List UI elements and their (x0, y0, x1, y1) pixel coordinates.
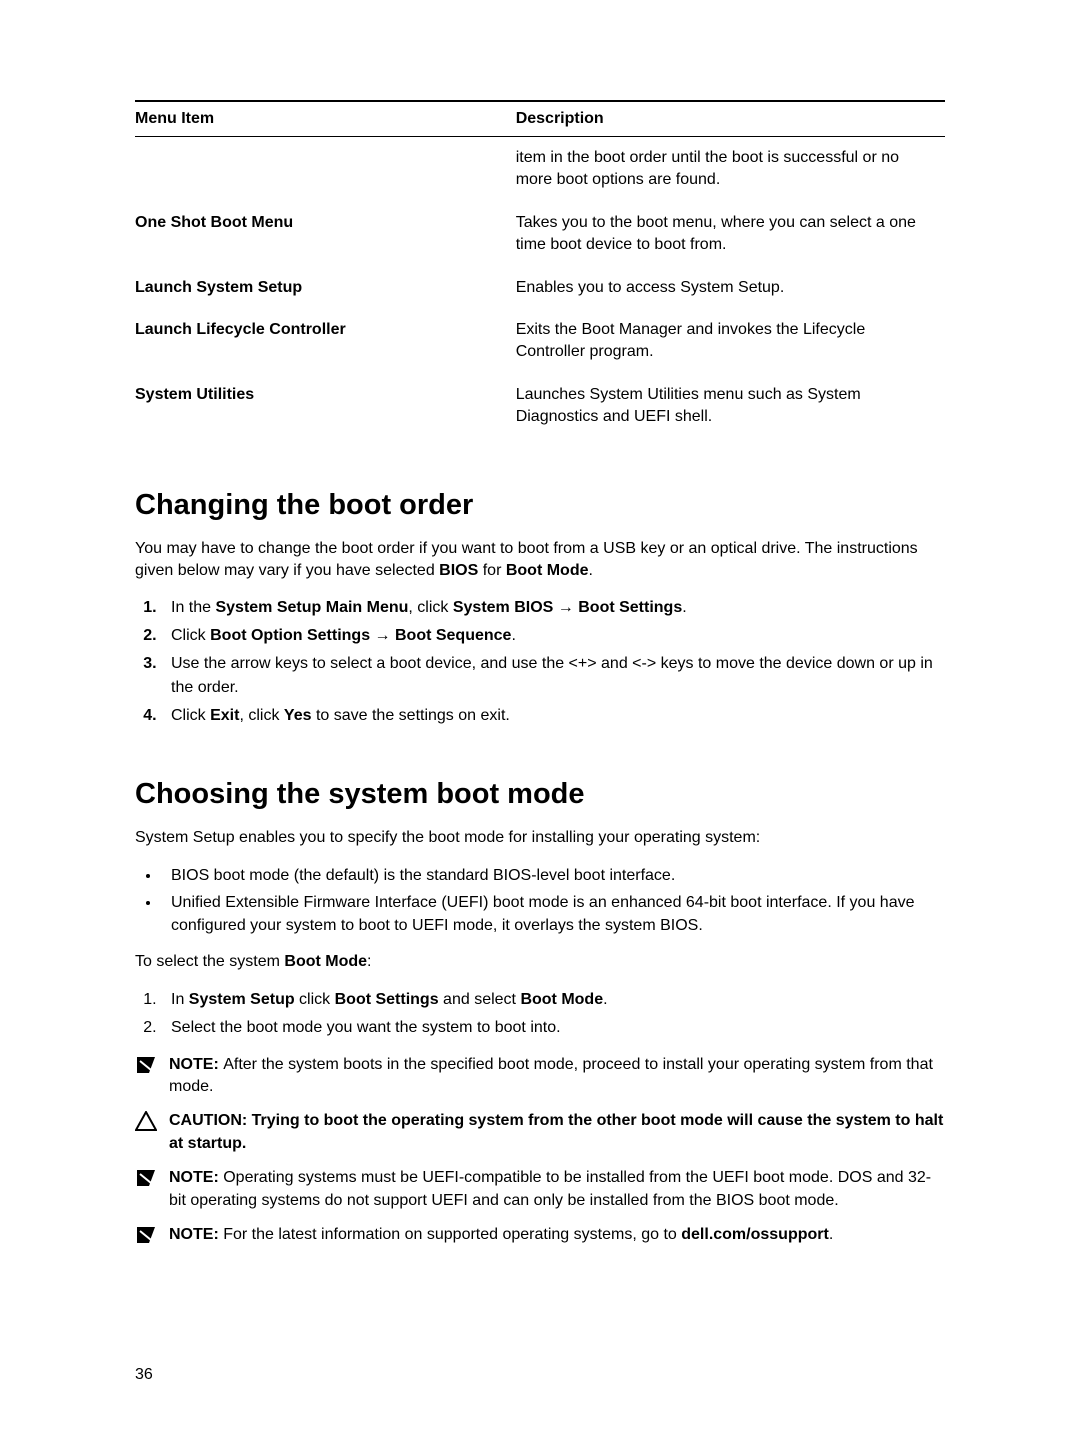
text: Click (171, 627, 210, 644)
paragraph: To select the system Boot Mode: (135, 951, 945, 973)
note-text: NOTE: After the system boots in the spec… (169, 1054, 945, 1099)
text: , click (408, 599, 452, 616)
text-bold: BIOS (439, 562, 478, 579)
text: . (511, 627, 515, 644)
table-cell-desc: Takes you to the boot menu, where you ca… (516, 202, 945, 267)
note-text: NOTE: Operating systems must be UEFI-com… (169, 1167, 945, 1212)
ordered-list: In System Setup click Boot Settings and … (135, 988, 945, 1040)
link-text: dell.com/ossupport (681, 1226, 829, 1243)
text: Operating systems must be UEFI-compatibl… (169, 1169, 931, 1208)
text: : (367, 953, 371, 970)
table-row: One Shot Boot Menu Takes you to the boot… (135, 202, 945, 267)
note-text: NOTE: For the latest information on supp… (169, 1224, 945, 1246)
text: . (682, 599, 686, 616)
list-item: Click Exit, click Yes to save the settin… (161, 704, 945, 728)
text: To select the system (135, 953, 284, 970)
text: → (553, 599, 578, 616)
heading-changing-boot-order: Changing the boot order (135, 489, 945, 522)
text: and select (439, 991, 521, 1008)
table-header-desc: Description (516, 101, 945, 137)
bullet-list: BIOS boot mode (the default) is the stan… (135, 864, 945, 938)
caution-label: CAUTION: (169, 1112, 252, 1129)
menu-table: Menu Item Description item in the boot o… (135, 100, 945, 439)
list-item: Use the arrow keys to select a boot devi… (161, 652, 945, 700)
table-cell-item: System Utilities (135, 374, 516, 439)
table-cell-item: One Shot Boot Menu (135, 202, 516, 267)
table-cell-desc: item in the boot order until the boot is… (516, 137, 945, 202)
text-bold: Exit (210, 707, 239, 724)
paragraph: You may have to change the boot order if… (135, 538, 945, 583)
text: , click (239, 707, 283, 724)
table-row: Launch System Setup Enables you to acces… (135, 267, 945, 309)
table-row: item in the boot order until the boot is… (135, 137, 945, 202)
note-icon (135, 1055, 157, 1075)
table-cell-item (135, 137, 516, 202)
note-label: NOTE: (169, 1056, 223, 1073)
note-icon (135, 1168, 157, 1188)
table-cell-item: Launch System Setup (135, 267, 516, 309)
note-icon (135, 1225, 157, 1245)
caution-icon (135, 1111, 157, 1131)
text: . (603, 991, 607, 1008)
table-header-item: Menu Item (135, 101, 516, 137)
text: After the system boots in the specified … (169, 1056, 933, 1095)
list-item: Unified Extensible Firmware Interface (U… (161, 891, 945, 937)
table-cell-desc: Exits the Boot Manager and invokes the L… (516, 309, 945, 374)
list-item: BIOS boot mode (the default) is the stan… (161, 864, 945, 887)
page-number: 36 (135, 1366, 153, 1384)
text: In (171, 991, 189, 1008)
list-item: In the System Setup Main Menu, click Sys… (161, 596, 945, 620)
text-bold: Boot Option Settings (210, 627, 370, 644)
table-cell-desc: Launches System Utilities menu such as S… (516, 374, 945, 439)
table-row: System Utilities Launches System Utiliti… (135, 374, 945, 439)
table-row: Launch Lifecycle Controller Exits the Bo… (135, 309, 945, 374)
text-bold: Yes (284, 707, 312, 724)
note-label: NOTE: (169, 1226, 223, 1243)
note-callout: NOTE: Operating systems must be UEFI-com… (135, 1167, 945, 1212)
text-bold: System Setup Main Menu (215, 599, 408, 616)
table-cell-item: Launch Lifecycle Controller (135, 309, 516, 374)
text: In the (171, 599, 215, 616)
paragraph: System Setup enables you to specify the … (135, 827, 945, 849)
text-bold: Boot Mode (506, 562, 589, 579)
text-bold: Boot Sequence (395, 627, 511, 644)
list-item: Select the boot mode you want the system… (161, 1016, 945, 1040)
list-item: Click Boot Option Settings → Boot Sequen… (161, 624, 945, 648)
note-callout: NOTE: For the latest information on supp… (135, 1224, 945, 1246)
table-cell-desc: Enables you to access System Setup. (516, 267, 945, 309)
caution-text: CAUTION: Trying to boot the operating sy… (169, 1110, 945, 1155)
list-item: In System Setup click Boot Settings and … (161, 988, 945, 1012)
text-bold: System BIOS (453, 599, 553, 616)
text-bold: Boot Settings (335, 991, 439, 1008)
ordered-list: In the System Setup Main Menu, click Sys… (135, 596, 945, 728)
text: → (370, 627, 395, 644)
caution-callout: CAUTION: Trying to boot the operating sy… (135, 1110, 945, 1155)
note-label: NOTE: (169, 1169, 223, 1186)
note-callout: NOTE: After the system boots in the spec… (135, 1054, 945, 1099)
text: to save the settings on exit. (312, 707, 510, 724)
heading-choosing-boot-mode: Choosing the system boot mode (135, 778, 945, 811)
page: Menu Item Description item in the boot o… (0, 0, 1080, 1434)
text: For the latest information on supported … (223, 1226, 681, 1243)
text: for (478, 562, 506, 579)
text: . (589, 562, 593, 579)
text: . (829, 1226, 833, 1243)
text: Click (171, 707, 210, 724)
text-bold: System Setup (189, 991, 295, 1008)
text-bold: Boot Settings (578, 599, 682, 616)
text-bold: Boot Mode (284, 953, 367, 970)
text-bold: Trying to boot the operating system from… (169, 1112, 943, 1151)
text-bold: Boot Mode (520, 991, 603, 1008)
text: click (295, 991, 335, 1008)
